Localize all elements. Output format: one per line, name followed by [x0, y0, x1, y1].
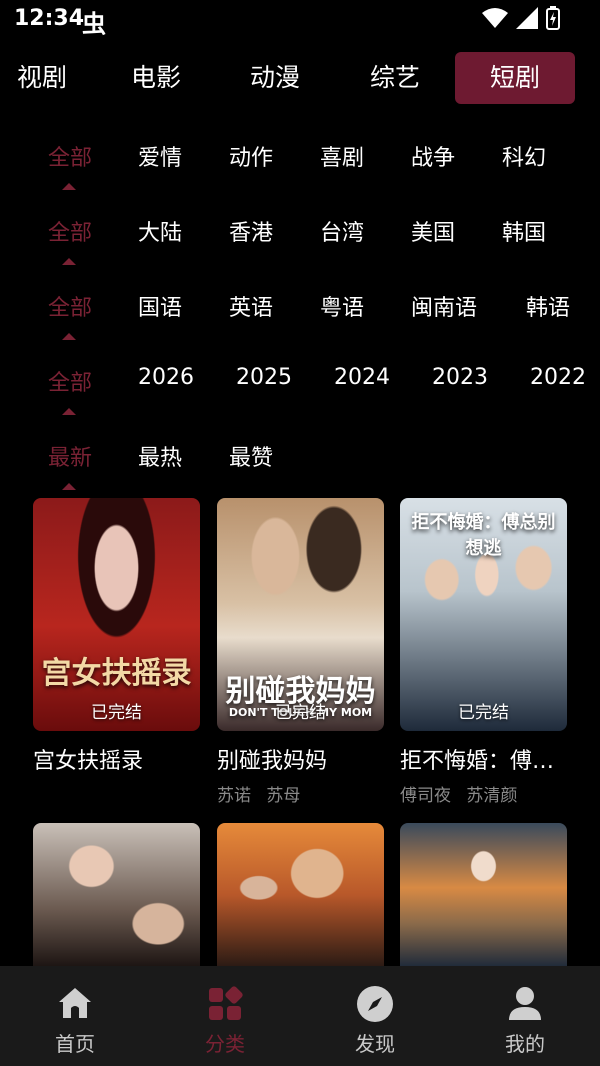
filter-genre-action[interactable]: 动作: [229, 140, 273, 172]
sort-hottest[interactable]: 最热: [138, 440, 182, 472]
filter-language-mandarin[interactable]: 国语: [138, 290, 182, 322]
filter-year-2025[interactable]: 2025: [236, 365, 292, 390]
profile-icon: [509, 987, 541, 1020]
compass-icon: [357, 986, 393, 1022]
filter-genre-romance[interactable]: 爱情: [138, 140, 182, 172]
nav-discover[interactable]: 发现: [325, 984, 425, 1057]
poster-title-art: 宫女扶摇录: [41, 656, 192, 691]
filter-genre-scifi[interactable]: 科幻: [502, 140, 546, 172]
selected-caret: [62, 333, 76, 340]
drama-poster[interactable]: 拒不悔婚：傅总别想逃 已完结: [400, 498, 567, 731]
nav-category[interactable]: 分类: [175, 984, 275, 1057]
nav-discover-label: 发现: [355, 1032, 395, 1056]
battery-icon: [546, 6, 560, 30]
filter-language-minnan[interactable]: 闽南语: [411, 290, 477, 322]
actor-name[interactable]: 苏清颜: [466, 786, 517, 806]
filter-region-hongkong[interactable]: 香港: [229, 215, 273, 247]
drama-poster[interactable]: [33, 823, 200, 967]
drama-title[interactable]: 拒不悔婚：傅…: [400, 743, 567, 775]
poster-title-art: 拒不悔婚：傅总别想逃: [411, 512, 556, 559]
nav-profile-label: 我的: [505, 1032, 545, 1056]
wifi-icon: [482, 8, 508, 28]
filter-language-english[interactable]: 英语: [229, 290, 273, 322]
filter-region-mainland[interactable]: 大陆: [138, 215, 182, 247]
nav-category-label: 分类: [205, 1032, 245, 1056]
signal-icon: [516, 7, 538, 29]
actor-name[interactable]: 傅司夜: [400, 786, 451, 806]
drama-title[interactable]: 宫女扶摇录: [33, 743, 200, 775]
filter-year-2026[interactable]: 2026: [138, 365, 194, 390]
filter-region-usa[interactable]: 美国: [411, 215, 455, 247]
selected-caret: [62, 408, 76, 415]
nav-profile[interactable]: 我的: [475, 984, 575, 1057]
status-bar: 12:34 虫: [0, 0, 600, 42]
actor-name[interactable]: 苏母: [266, 786, 300, 806]
filter-year-2024[interactable]: 2024: [334, 365, 390, 390]
drama-poster[interactable]: 宫女扶摇录 已完结: [33, 498, 200, 731]
sort-latest[interactable]: 最新: [48, 440, 92, 472]
filter-region-taiwan[interactable]: 台湾: [320, 215, 364, 247]
selected-caret: [62, 183, 76, 190]
selected-caret: [62, 483, 76, 490]
drama-poster[interactable]: [217, 823, 384, 967]
filter-row-sort: 最新 最热 最赞: [0, 440, 600, 500]
filter-language-korean[interactable]: 韩语: [526, 290, 570, 322]
drama-card[interactable]: 别碰我妈妈 DON'T TOUCH MY MOM 已完结 别碰我妈妈 苏诺 苏母: [217, 498, 384, 806]
selected-caret: [62, 258, 76, 265]
drama-card[interactable]: 宫女扶摇录 已完结 宫女扶摇录: [33, 498, 200, 775]
actor-list: 傅司夜 苏清颜: [400, 781, 567, 806]
tab-movie[interactable]: 电影: [96, 52, 216, 104]
actor-list: 苏诺 苏母: [217, 781, 384, 806]
status-icons: [482, 6, 560, 30]
drama-card[interactable]: 拒不悔婚：傅总别想逃 已完结 拒不悔婚：傅… 傅司夜 苏清颜: [400, 498, 567, 806]
nav-home[interactable]: 首页: [25, 984, 125, 1057]
tab-anime[interactable]: 动漫: [215, 52, 335, 104]
sort-most-liked[interactable]: 最赞: [229, 440, 273, 472]
filter-genre-war[interactable]: 战争: [411, 140, 455, 172]
category-icon: [209, 986, 243, 1020]
filter-year-all[interactable]: 全部: [48, 365, 92, 397]
tab-short-drama[interactable]: 短剧: [455, 52, 575, 104]
drama-poster[interactable]: 别碰我妈妈 DON'T TOUCH MY MOM 已完结: [217, 498, 384, 731]
filter-language-cantonese[interactable]: 粤语: [320, 290, 364, 322]
status-badge: 已完结: [458, 703, 509, 723]
drama-poster[interactable]: [400, 823, 567, 967]
filter-row-year: 全部 2026 2025 2024 2023 2022: [0, 365, 600, 425]
status-badge: 已完结: [91, 703, 142, 723]
actor-name[interactable]: 苏诺: [217, 786, 251, 806]
top-category-tabs: 视剧 电影 动漫 综艺 短剧: [0, 52, 600, 104]
bottom-navigation: 首页 分类 发现 我的: [0, 966, 600, 1066]
filter-region-korea[interactable]: 韩国: [502, 215, 546, 247]
filter-language-all[interactable]: 全部: [48, 290, 92, 322]
filter-region-all[interactable]: 全部: [48, 215, 92, 247]
status-notification-icon: 虫: [82, 10, 106, 38]
filter-row-language: 全部 国语 英语 粤语 闽南语 韩语: [0, 290, 600, 350]
filter-row-region: 全部 大陆 香港 台湾 美国 韩国: [0, 215, 600, 275]
filter-year-2023[interactable]: 2023: [432, 365, 488, 390]
drama-title[interactable]: 别碰我妈妈: [217, 743, 384, 775]
filter-genre-comedy[interactable]: 喜剧: [320, 140, 364, 172]
filter-row-genre: 全部 爱情 动作 喜剧 战争 科幻: [0, 140, 600, 200]
tab-variety[interactable]: 综艺: [335, 52, 455, 104]
status-badge: 已完结: [275, 703, 326, 723]
nav-home-label: 首页: [55, 1032, 95, 1056]
home-icon: [59, 988, 91, 1018]
filter-genre-all[interactable]: 全部: [48, 140, 92, 172]
tab-tv[interactable]: 视剧: [0, 52, 102, 104]
status-time: 12:34: [14, 6, 85, 31]
filter-year-2022[interactable]: 2022: [530, 365, 586, 390]
